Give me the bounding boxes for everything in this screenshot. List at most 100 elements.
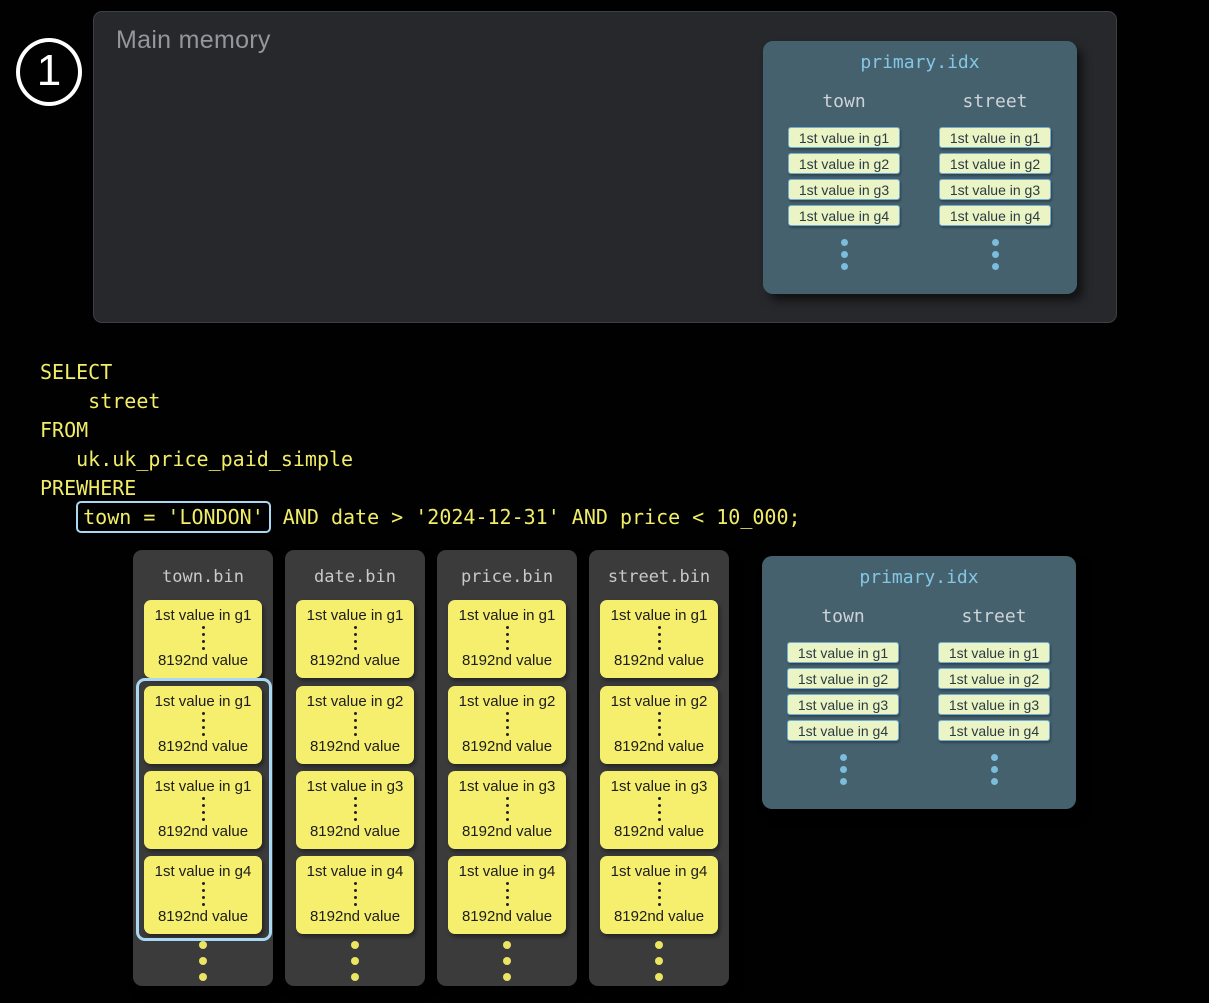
vertical-ellipsis-icon	[658, 626, 661, 650]
bin-price: price.bin 1st value in g1 8192nd value 1…	[437, 550, 577, 986]
granule-cell: 1st value in g4 8192nd value	[448, 856, 566, 934]
granule-last-value: 8192nd value	[614, 652, 704, 669]
granule-first-value: 1st value in g4	[459, 863, 556, 880]
vertical-ellipsis-icon	[354, 712, 357, 736]
granule-last-value: 8192nd value	[310, 908, 400, 925]
sql-rest-predicates: AND date > '2024-12-31' AND price < 10_0…	[271, 505, 801, 529]
granule-cell: 1st value in g3 8192nd value	[296, 771, 414, 849]
sql-line: SELECT	[40, 358, 801, 387]
idx-column-header: town	[787, 606, 899, 627]
granule-cell: 1st value in g1 8192nd value	[600, 600, 718, 678]
vertical-ellipsis-icon	[658, 882, 661, 906]
idx-entry: 1st value in g2	[939, 153, 1051, 174]
bin-date: date.bin 1st value in g1 8192nd value 1s…	[285, 550, 425, 986]
vertical-ellipsis-icon	[788, 239, 900, 270]
vertical-ellipsis-icon	[354, 882, 357, 906]
bin-town: town.bin 1st value in g1 8192nd value 1s…	[133, 550, 273, 986]
vertical-ellipsis-icon	[133, 941, 273, 981]
granule-last-value: 8192nd value	[462, 908, 552, 925]
vertical-ellipsis-icon	[938, 754, 1050, 785]
sql-line: street	[40, 387, 801, 416]
vertical-ellipsis-icon	[658, 797, 661, 821]
idx-column-header: street	[939, 91, 1051, 112]
sql-line: uk.uk_price_paid_simple	[40, 445, 801, 474]
granule-cell: 1st value in g2 8192nd value	[448, 686, 566, 764]
vertical-ellipsis-icon	[939, 239, 1051, 270]
granule-first-value: 1st value in g3	[611, 778, 708, 795]
granule-last-value: 8192nd value	[614, 738, 704, 755]
sql-line: FROM	[40, 416, 801, 445]
granule-cell: 1st value in g4 8192nd value	[600, 856, 718, 934]
vertical-ellipsis-icon	[285, 941, 425, 981]
idx-entry: 1st value in g3	[788, 179, 900, 200]
vertical-ellipsis-icon	[787, 754, 899, 785]
granule-cell: 1st value in g1 8192nd value	[448, 600, 566, 678]
granule-last-value: 8192nd value	[462, 738, 552, 755]
sql-query: SELECT street FROM uk.uk_price_paid_simp…	[40, 358, 801, 532]
idx-entry: 1st value in g4	[939, 205, 1051, 226]
step-badge: 1	[16, 38, 82, 106]
granule-cell: 1st value in g2 8192nd value	[296, 686, 414, 764]
vertical-ellipsis-icon	[506, 712, 509, 736]
idx-entry: 1st value in g3	[939, 179, 1051, 200]
granule-last-value: 8192nd value	[462, 823, 552, 840]
idx-entry: 1st value in g1	[787, 642, 899, 663]
bin-title: date.bin	[285, 550, 425, 587]
granule-first-value: 1st value in g1	[459, 607, 556, 624]
idx-column-header: street	[938, 606, 1050, 627]
granule-cell: 1st value in g3 8192nd value	[600, 771, 718, 849]
sql-indent	[40, 505, 76, 529]
sql-highlighted-predicate: town = 'LONDON'	[76, 501, 271, 533]
primary-idx-panel-disk: primary.idx town 1st value in g1 1st val…	[762, 556, 1076, 809]
granule-first-value: 1st value in g2	[307, 693, 404, 710]
granule-first-value: 1st value in g2	[459, 693, 556, 710]
bin-title: price.bin	[437, 550, 577, 587]
main-memory-title: Main memory	[116, 26, 271, 55]
granule-last-value: 8192nd value	[310, 738, 400, 755]
granule-cell: 1st value in g1 8192nd value	[144, 600, 262, 678]
granule-last-value: 8192nd value	[614, 908, 704, 925]
selected-granules-outline	[136, 678, 272, 941]
main-memory-panel: Main memory primary.idx town 1st value i…	[93, 11, 1117, 323]
vertical-ellipsis-icon	[506, 882, 509, 906]
vertical-ellipsis-icon	[354, 626, 357, 650]
primary-idx-title: primary.idx	[762, 556, 1076, 588]
idx-column-town: town 1st value in g1 1st value in g2 1st…	[788, 91, 900, 270]
granule-cell: 1st value in g1 8192nd value	[296, 600, 414, 678]
idx-entry: 1st value in g1	[939, 127, 1051, 148]
idx-entry: 1st value in g3	[787, 694, 899, 715]
granule-last-value: 8192nd value	[462, 652, 552, 669]
vertical-ellipsis-icon	[506, 626, 509, 650]
idx-column-header: town	[788, 91, 900, 112]
step-badge-number: 1	[37, 46, 61, 96]
idx-column-town: town 1st value in g1 1st value in g2 1st…	[787, 606, 899, 785]
granule-last-value: 8192nd value	[310, 823, 400, 840]
idx-column-street: street 1st value in g1 1st value in g2 1…	[939, 91, 1051, 270]
granule-first-value: 1st value in g1	[611, 607, 708, 624]
vertical-ellipsis-icon	[437, 941, 577, 981]
vertical-ellipsis-icon	[506, 797, 509, 821]
bin-title: street.bin	[589, 550, 729, 587]
granule-cell: 1st value in g2 8192nd value	[600, 686, 718, 764]
granule-cell: 1st value in g4 8192nd value	[296, 856, 414, 934]
idx-entry: 1st value in g4	[788, 205, 900, 226]
granule-cell: 1st value in g3 8192nd value	[448, 771, 566, 849]
idx-column-street: street 1st value in g1 1st value in g2 1…	[938, 606, 1050, 785]
granule-last-value: 8192nd value	[614, 823, 704, 840]
granule-first-value: 1st value in g3	[307, 778, 404, 795]
idx-entry: 1st value in g2	[788, 153, 900, 174]
granule-first-value: 1st value in g1	[307, 607, 404, 624]
primary-idx-panel-memory: primary.idx town 1st value in g1 1st val…	[763, 41, 1077, 294]
idx-entry: 1st value in g4	[787, 720, 899, 741]
granule-last-value: 8192nd value	[158, 652, 248, 669]
bin-street: street.bin 1st value in g1 8192nd value …	[589, 550, 729, 986]
sql-line: PREWHERE	[40, 474, 801, 503]
vertical-ellipsis-icon	[658, 712, 661, 736]
primary-idx-title: primary.idx	[763, 41, 1077, 73]
granule-first-value: 1st value in g1	[155, 607, 252, 624]
sql-line-predicates: town = 'LONDON' AND date > '2024-12-31' …	[40, 503, 801, 532]
granule-first-value: 1st value in g4	[307, 863, 404, 880]
granule-first-value: 1st value in g4	[611, 863, 708, 880]
granule-last-value: 8192nd value	[310, 652, 400, 669]
granule-first-value: 1st value in g3	[459, 778, 556, 795]
